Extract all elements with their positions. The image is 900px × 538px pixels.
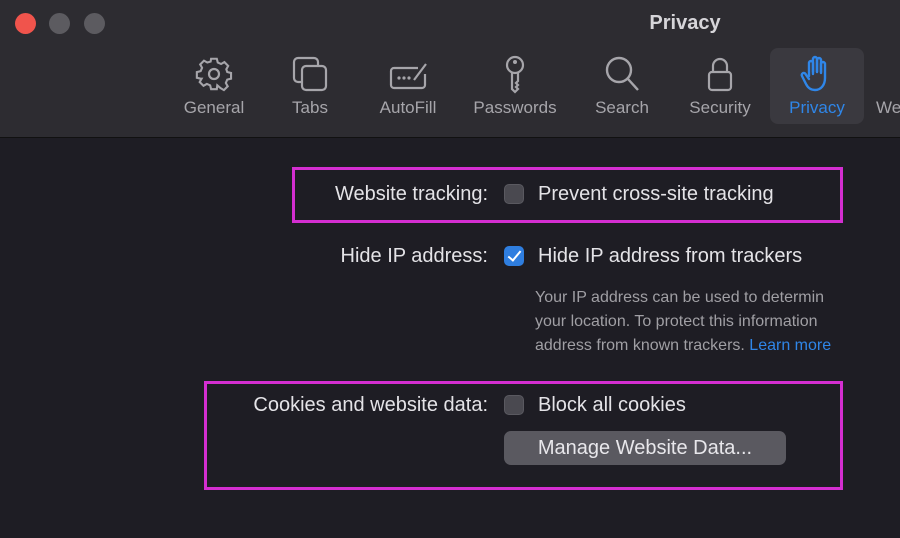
tab-label: Security: [689, 98, 751, 117]
window-title: Privacy: [649, 12, 721, 34]
tab-search[interactable]: Search: [582, 48, 662, 124]
tab-general[interactable]: General: [170, 48, 258, 124]
prevent-cross-site-tracking-label[interactable]: Prevent cross-site tracking: [538, 183, 774, 206]
tab-label: AutoFill: [379, 98, 437, 117]
close-window-button[interactable]: [15, 13, 36, 34]
tab-websites[interactable]: We: [874, 48, 900, 124]
tab-passwords[interactable]: Passwords: [465, 48, 565, 124]
description-line: Your IP address can be used to determin: [535, 289, 825, 306]
description-line: your location. To protect this informati…: [535, 313, 818, 330]
hide-ip-label: Hide IP address:: [340, 245, 489, 267]
tab-label: Privacy: [789, 98, 845, 117]
tab-tabs[interactable]: Tabs: [270, 48, 350, 124]
hide-ip-checkbox[interactable]: [504, 246, 524, 266]
minimize-window-button[interactable]: [49, 13, 70, 34]
block-all-cookies-checkbox[interactable]: [504, 395, 524, 415]
cookies-label: Cookies and website data:: [253, 394, 488, 416]
tab-label: We: [876, 98, 900, 117]
lock-icon: [707, 57, 733, 92]
autofill-icon: [389, 63, 427, 90]
tab-label: General: [183, 98, 245, 117]
tab-label: Tabs: [292, 98, 328, 117]
window-titlebar: Privacy General Tabs AutoFill Passwords …: [0, 0, 900, 138]
learn-more-link[interactable]: Learn more: [749, 337, 831, 354]
tab-label: Passwords: [473, 98, 557, 117]
search-icon: [605, 56, 639, 91]
tabs-icon: [292, 56, 328, 92]
manage-website-data-button[interactable]: Manage Website Data...: [504, 431, 786, 465]
key-icon: [505, 55, 525, 94]
maximize-window-button[interactable]: [84, 13, 105, 34]
website-tracking-label: Website tracking:: [334, 183, 488, 205]
tab-privacy[interactable]: Privacy: [770, 48, 864, 124]
privacy-settings-pane: Website tracking: Prevent cross-site tra…: [0, 138, 900, 538]
gear-icon: [195, 57, 233, 92]
hand-icon: [800, 55, 827, 92]
tab-label: Search: [595, 98, 649, 117]
tab-autofill[interactable]: AutoFill: [368, 48, 448, 124]
description-line: address from known trackers.: [535, 337, 750, 354]
hide-ip-checkbox-label[interactable]: Hide IP address from trackers: [538, 245, 802, 268]
tab-security[interactable]: Security: [675, 48, 765, 124]
prevent-cross-site-tracking-checkbox[interactable]: [504, 184, 524, 204]
block-all-cookies-label[interactable]: Block all cookies: [538, 394, 686, 417]
hide-ip-description: Your IP address can be used to determin …: [535, 286, 831, 358]
